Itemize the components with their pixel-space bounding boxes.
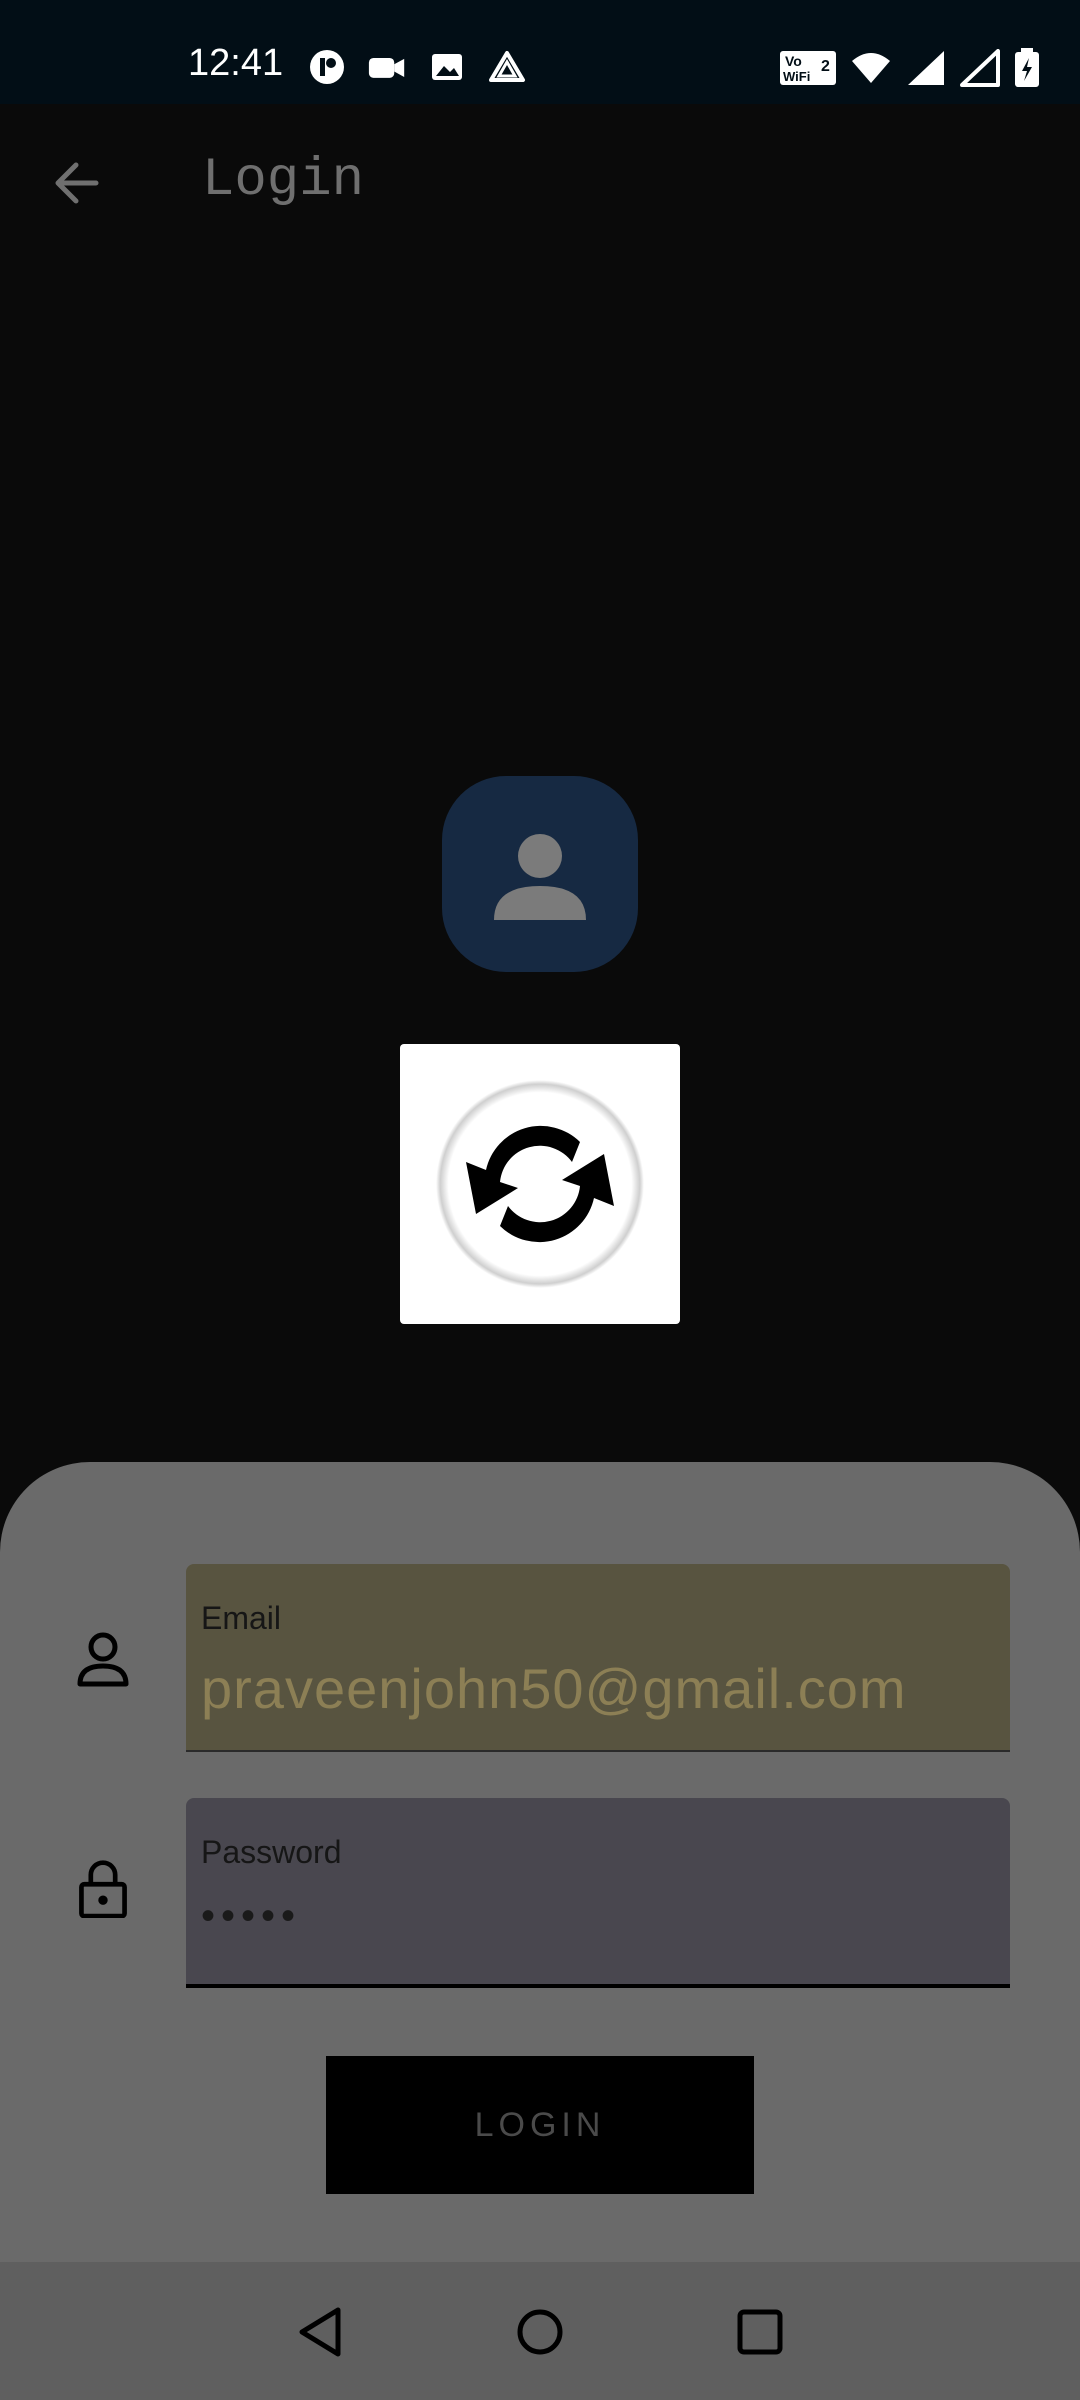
app-notification-icon xyxy=(310,50,344,84)
gallery-icon xyxy=(432,54,462,80)
refresh-icon xyxy=(436,1080,644,1288)
lock-icon xyxy=(79,1860,127,1918)
status-bar: 12:41 Vo WiFi 2 xyxy=(0,0,1080,104)
wifi-icon xyxy=(852,53,890,83)
email-value: praveenjohn50@gmail.com xyxy=(201,1657,907,1720)
loading-dialog xyxy=(400,1044,680,1324)
email-field[interactable]: Email praveenjohn50@gmail.com xyxy=(186,1564,1010,1752)
svg-text:WiFi: WiFi xyxy=(783,69,810,84)
arrow-left-icon[interactable] xyxy=(50,156,104,210)
drive-icon xyxy=(489,51,525,82)
recents-square-icon[interactable] xyxy=(730,2302,790,2362)
password-label: Password xyxy=(201,1834,342,1870)
battery-charging-icon xyxy=(1015,48,1039,87)
svg-text:2: 2 xyxy=(821,58,830,75)
password-value: ••••• xyxy=(201,1894,302,1938)
status-time: 12:41 xyxy=(188,42,284,84)
back-triangle-icon[interactable] xyxy=(292,2302,352,2362)
status-icons-right: Vo WiFi 2 xyxy=(780,48,1040,88)
status-icons-left xyxy=(308,48,526,86)
person-icon xyxy=(494,834,586,920)
signal-icon xyxy=(908,51,944,85)
video-camera-icon xyxy=(368,57,405,78)
app-bar xyxy=(0,104,1080,264)
person-outline-icon xyxy=(77,1632,129,1687)
vowifi2-icon: Vo WiFi 2 xyxy=(780,51,836,85)
login-button[interactable]: LOGIN xyxy=(326,2056,754,2194)
home-circle-icon[interactable] xyxy=(510,2302,570,2362)
svg-text:Vo: Vo xyxy=(785,53,802,69)
password-field[interactable]: Password ••••• xyxy=(186,1798,1010,1988)
avatar xyxy=(442,776,638,972)
navigation-bar xyxy=(0,2262,1080,2400)
signal-icon-2 xyxy=(960,49,1000,87)
page-title: Login xyxy=(202,150,365,211)
email-label: Email xyxy=(201,1600,282,1636)
